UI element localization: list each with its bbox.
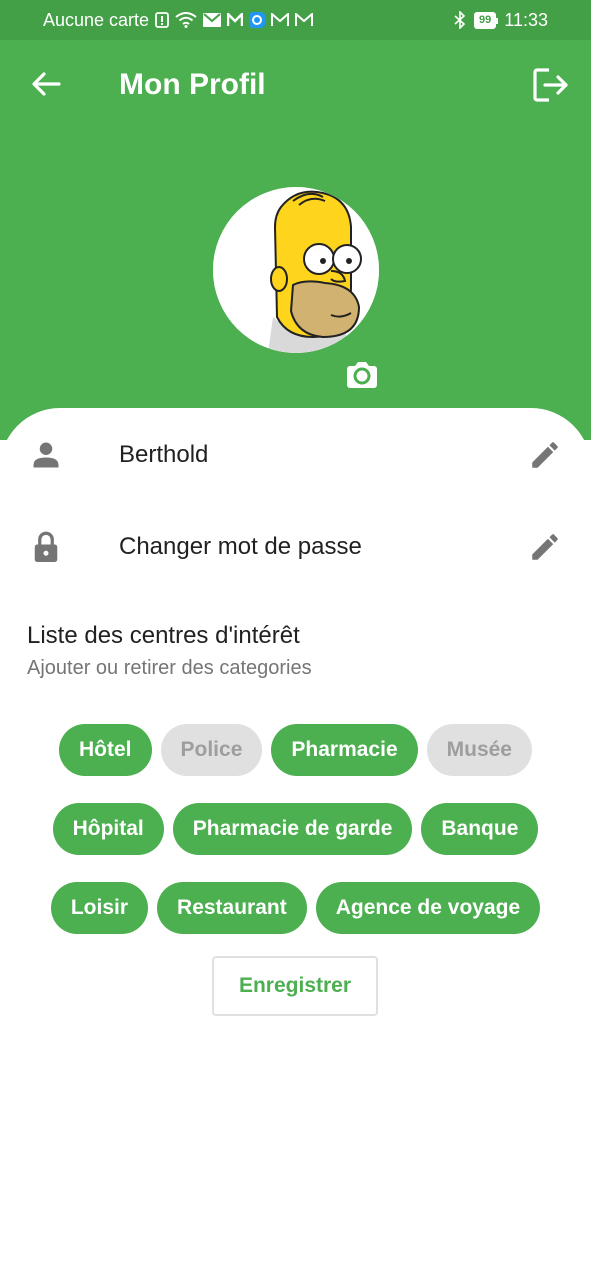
save-button[interactable]: Enregistrer	[212, 956, 378, 1016]
chip-row: Hôtel Police Pharmacie Musée	[0, 724, 591, 776]
logout-button[interactable]	[532, 66, 570, 104]
chip-banque[interactable]: Banque	[421, 803, 539, 855]
chip-restaurant[interactable]: Restaurant	[157, 882, 307, 934]
battery-icon: 99	[474, 11, 499, 29]
pencil-icon	[532, 442, 558, 468]
wifi-icon	[175, 12, 197, 28]
chip-row: Hôpital Pharmacie de garde Banque	[0, 803, 591, 855]
page-title: Mon Profil	[119, 68, 266, 101]
logout-icon	[533, 68, 568, 102]
edit-password-button[interactable]	[525, 527, 565, 567]
homer-simpson-avatar	[213, 187, 379, 353]
username-value: Berthold	[119, 441, 209, 468]
camera-icon	[347, 362, 377, 388]
status-bar: Aucune carte 99 11:33	[0, 0, 591, 40]
pencil-icon	[532, 534, 558, 560]
sim-alert-icon	[155, 12, 169, 28]
interests-title: Liste des centres d'intérêt	[27, 622, 300, 649]
interest-chips: Hôtel Police Pharmacie Musée Hôpital Pha…	[0, 724, 591, 961]
clock: 11:33	[504, 9, 548, 30]
profile-card: Berthold Changer mot de passe Liste des …	[0, 408, 591, 1280]
chip-musee[interactable]: Musée	[426, 724, 532, 776]
app-icon	[249, 12, 266, 28]
lock-icon	[30, 531, 62, 563]
edit-username-button[interactable]	[525, 435, 565, 475]
status-right: 99 11:33	[454, 10, 548, 31]
arrow-left-icon	[32, 72, 61, 96]
chip-loisir[interactable]: Loisir	[50, 882, 149, 934]
chip-pharmacie[interactable]: Pharmacie	[271, 724, 418, 776]
profile-header: Mon Profil	[0, 40, 591, 440]
chip-agence-de-voyage[interactable]: Agence de voyage	[315, 882, 541, 934]
carrier-label: Aucune carte	[43, 9, 150, 30]
back-button[interactable]	[28, 66, 64, 102]
chip-pharmacie-de-garde[interactable]: Pharmacie de garde	[172, 803, 413, 855]
gmail-icon	[271, 13, 290, 27]
gmail-icon	[295, 13, 314, 27]
password-row: Changer mot de passe	[0, 517, 591, 577]
avatar[interactable]	[213, 187, 379, 353]
username-row: Berthold	[0, 425, 591, 485]
person-icon	[30, 439, 62, 471]
bluetooth-icon	[454, 11, 466, 29]
mail-icon	[203, 13, 222, 27]
status-left: Aucune carte	[43, 9, 314, 31]
chip-row: Loisir Restaurant Agence de voyage	[0, 882, 591, 934]
chip-hotel[interactable]: Hôtel	[59, 724, 152, 776]
app-icon	[227, 13, 244, 27]
interests-subtitle: Ajouter ou retirer des categories	[27, 657, 312, 679]
chip-police[interactable]: Police	[160, 724, 263, 776]
chip-hopital[interactable]: Hôpital	[52, 803, 164, 855]
change-photo-button[interactable]	[344, 359, 380, 391]
change-password-label: Changer mot de passe	[119, 533, 362, 560]
